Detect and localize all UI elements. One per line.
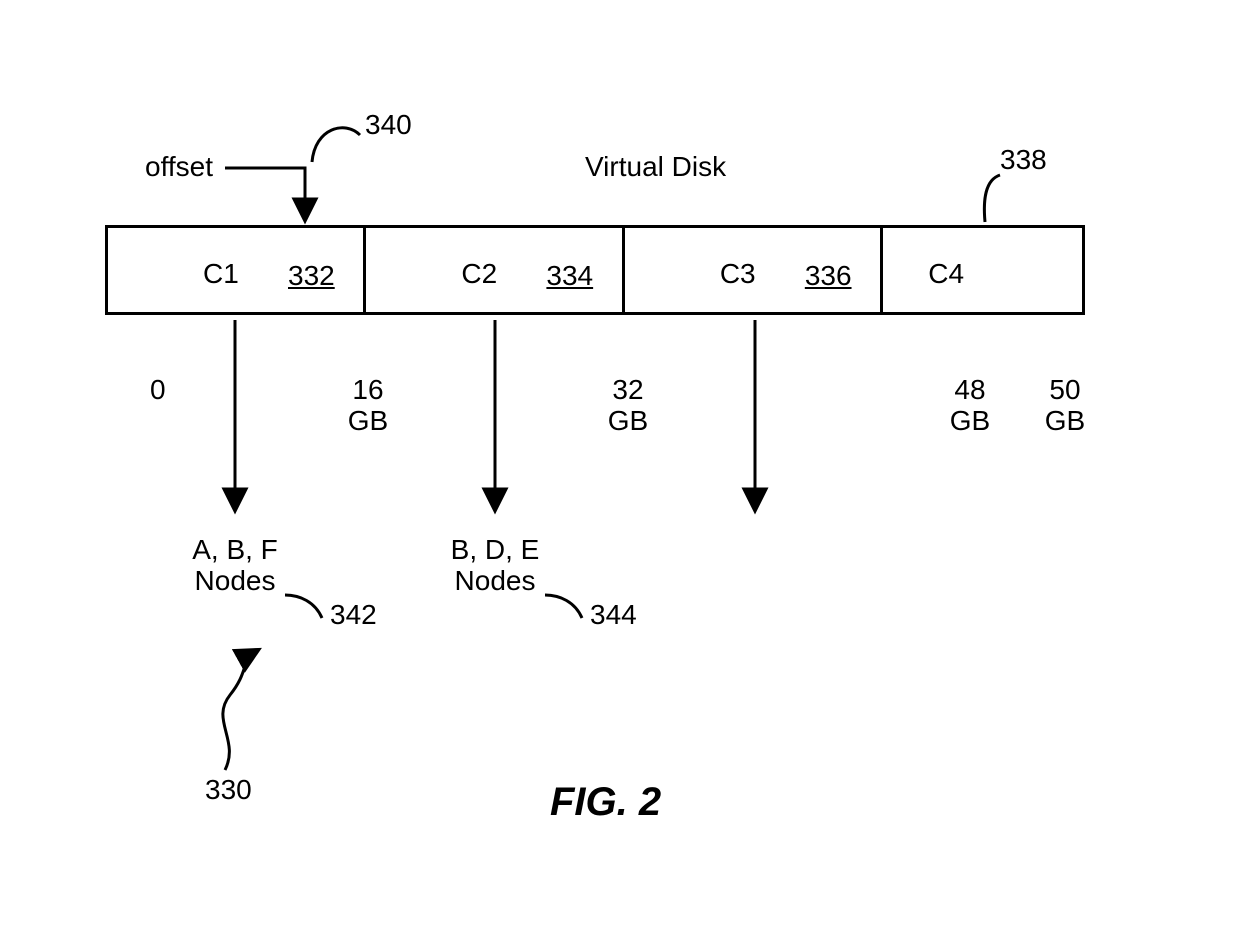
callout-diagram-ref: 330 [205, 775, 252, 806]
callout-340-hook [312, 128, 360, 162]
callout-nodes1-ref: 342 [330, 600, 377, 631]
scale-16gb: 16 GB [338, 375, 398, 437]
scale-50gb: 50 GB [1035, 375, 1095, 437]
chunk-ref: 336 [805, 260, 852, 292]
diagram-stage: Virtual Disk offset C1 332 C2 334 C3 336… [0, 0, 1240, 940]
callout-c4-ref: 338 [1000, 145, 1047, 176]
virtual-disk-bar: C1 332 C2 334 C3 336 C4 [105, 225, 1085, 315]
callout-344-hook [545, 595, 582, 618]
chunk-c2: C2 334 [366, 228, 624, 312]
offset-arrow [225, 168, 305, 220]
figure-caption: FIG. 2 [550, 780, 661, 824]
chunk-ref: 332 [288, 260, 335, 292]
callout-offset-ref: 340 [365, 110, 412, 141]
callout-338-hook [984, 175, 1000, 222]
chunk-ref: 334 [546, 260, 593, 292]
scale-start: 0 [150, 375, 166, 406]
chunk-label: C1 [203, 258, 239, 290]
callout-nodes2-ref: 344 [590, 600, 637, 631]
chunk-label: C3 [720, 258, 756, 290]
nodes-c1: A, B, F Nodes [175, 535, 295, 597]
scale-48gb: 48 GB [940, 375, 1000, 437]
offset-label: offset [145, 152, 213, 183]
scale-32gb: 32 GB [598, 375, 658, 437]
chunk-label: C4 [928, 258, 964, 290]
callout-342-hook [285, 595, 322, 618]
nodes-c2: B, D, E Nodes [435, 535, 555, 597]
diagram-title: Virtual Disk [585, 152, 726, 183]
chunk-c3: C3 336 [625, 228, 883, 312]
callout-330-squiggle [223, 650, 258, 770]
chunk-c1: C1 332 [108, 228, 366, 312]
chunk-c4: C4 [883, 228, 1082, 312]
chunk-label: C2 [461, 258, 497, 290]
